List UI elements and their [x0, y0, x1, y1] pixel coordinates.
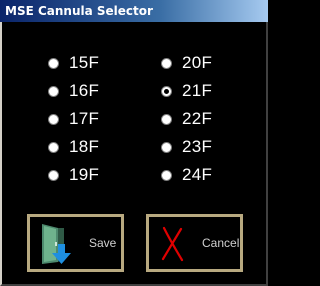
radio-button[interactable]	[161, 113, 172, 125]
radio-label: 19F	[69, 165, 100, 184]
radio-button[interactable]	[48, 113, 59, 125]
radio-label: 24F	[182, 165, 213, 184]
radio-option-21f[interactable]: 21F	[161, 80, 212, 102]
cancel-button[interactable]: Cancel	[146, 214, 243, 272]
radio-button[interactable]	[48, 57, 59, 69]
radio-option-24f[interactable]: 24F	[161, 164, 212, 186]
cancel-button-label: Cancel	[202, 236, 240, 250]
save-button[interactable]: Save	[27, 214, 124, 272]
cannula-selector-window: 15F 16F 17F 18F 19F 20F 21F 22F 23F 24F	[0, 22, 268, 286]
save-door-arrow-icon	[42, 224, 71, 264]
radio-label: 17F	[69, 109, 100, 128]
radio-label: 18F	[69, 137, 100, 156]
radio-label: 21F	[182, 81, 213, 100]
radio-option-19f[interactable]: 19F	[48, 164, 99, 186]
radio-button[interactable]	[161, 141, 172, 153]
radio-label: 23F	[182, 137, 213, 156]
radio-button-selected[interactable]	[161, 85, 172, 97]
radio-button[interactable]	[48, 85, 59, 97]
title-bar[interactable]: MSE Cannula Selector	[0, 0, 268, 22]
radio-label: 20F	[182, 53, 213, 72]
window-title: MSE Cannula Selector	[5, 4, 153, 18]
radio-option-15f[interactable]: 15F	[48, 52, 99, 74]
red-x-icon	[161, 226, 184, 262]
radio-button[interactable]	[48, 141, 59, 153]
radio-label: 16F	[69, 81, 100, 100]
radio-option-16f[interactable]: 16F	[48, 80, 99, 102]
radio-option-23f[interactable]: 23F	[161, 136, 212, 158]
radio-label: 15F	[69, 53, 100, 72]
radio-option-22f[interactable]: 22F	[161, 108, 212, 130]
radio-button[interactable]	[161, 169, 172, 181]
radio-label: 22F	[182, 109, 213, 128]
radio-button[interactable]	[48, 169, 59, 181]
save-button-label: Save	[89, 236, 117, 250]
radio-button[interactable]	[161, 57, 172, 69]
radio-option-17f[interactable]: 17F	[48, 108, 99, 130]
radio-option-18f[interactable]: 18F	[48, 136, 99, 158]
radio-option-20f[interactable]: 20F	[161, 52, 212, 74]
